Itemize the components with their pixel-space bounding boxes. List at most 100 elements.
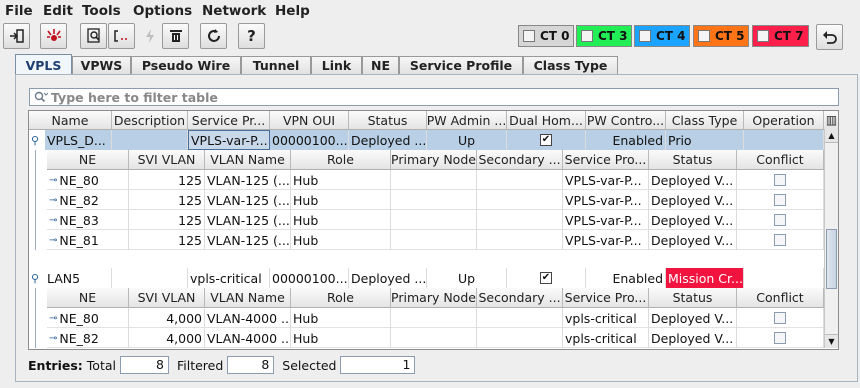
undo-button[interactable] (816, 24, 843, 50)
column-header[interactable]: VPN OUI (270, 111, 349, 130)
sub-column-header[interactable]: Status (649, 288, 737, 308)
sub-column-header[interactable]: Primary Node (391, 288, 477, 308)
column-header[interactable]: Name (29, 111, 112, 130)
help-button[interactable]: ? (238, 23, 265, 49)
sub-cell-status: Deployed V... (649, 190, 737, 210)
conflict-checkbox[interactable] (774, 174, 786, 186)
sub-column-header[interactable]: Status (649, 150, 737, 170)
lightning-button[interactable] (136, 23, 163, 49)
expand-pin-icon[interactable]: ⚲ (31, 268, 45, 288)
menu-file[interactable]: File (5, 3, 33, 19)
sub-column-header[interactable]: Conflict (737, 150, 824, 170)
sub-column-header[interactable]: Service Pro... (563, 288, 649, 308)
refresh-button[interactable] (200, 23, 227, 49)
scroll-thumb[interactable] (826, 229, 837, 289)
expand-pin-icon[interactable]: ⚲ (31, 130, 45, 150)
ct0-checkbox[interactable] (523, 30, 535, 42)
conflict-checkbox[interactable] (774, 332, 786, 344)
ct4-button[interactable]: CT 4 (634, 25, 690, 47)
ct3-button[interactable]: CT 3 (576, 25, 632, 47)
menu-help[interactable]: Help (275, 3, 310, 19)
filter-input[interactable]: Type here to filter table (29, 88, 839, 106)
sub-cell-conflict[interactable] (737, 308, 824, 328)
tab-link[interactable]: Link (311, 56, 362, 74)
ct4-checkbox[interactable] (639, 30, 651, 42)
column-header[interactable]: Class Type (666, 111, 744, 130)
dual-homed-checkbox[interactable]: ✔ (540, 272, 552, 284)
column-header[interactable]: Operation (744, 111, 824, 130)
menu-options[interactable]: Options (133, 3, 192, 19)
sub-cell-conflict[interactable] (737, 170, 824, 190)
sub-cell-ne: ⊸ NE_80 (47, 308, 129, 328)
dual-homed-checkbox[interactable]: ✔ (540, 134, 552, 146)
group-cell-dual-homed[interactable]: ✔ (507, 130, 586, 150)
tab-ne[interactable]: NE (362, 56, 399, 74)
ne-link-icon: ⊸ (49, 214, 58, 226)
column-header[interactable]: Dual Hom... (507, 111, 586, 130)
tab-tunnel[interactable]: Tunnel (241, 56, 311, 74)
conflict-checkbox[interactable] (774, 312, 786, 324)
column-header[interactable]: Description (112, 111, 188, 130)
ne-name[interactable]: NE_83 (59, 213, 98, 228)
sub-cell-conflict[interactable] (737, 328, 824, 348)
inspect-button[interactable] (80, 23, 107, 49)
tab-vpws[interactable]: VPWS (72, 56, 131, 74)
sub-column-header[interactable]: Service Pro... (563, 150, 649, 170)
menu-edit[interactable]: Edit (43, 3, 73, 19)
sub-cell-vlan-name: VLAN-125 (... (205, 230, 291, 250)
tab-pseudo-wire[interactable]: Pseudo Wire (131, 56, 241, 74)
tab-class-type[interactable]: Class Type (523, 56, 618, 74)
sub-cell-vlan-name: VLAN-4000 ... (205, 308, 291, 328)
sub-column-header[interactable]: NE (47, 150, 129, 170)
ne-name[interactable]: NE_80 (59, 311, 98, 326)
sub-cell-conflict[interactable] (737, 230, 824, 250)
column-selector-icon[interactable]: ▥ (824, 111, 838, 130)
sub-cell-service-profile: vpls-critical (563, 308, 649, 328)
column-header[interactable]: PW Contro... (586, 111, 666, 130)
sub-column-header[interactable]: Role (291, 150, 391, 170)
alarm-button[interactable] (40, 23, 67, 49)
ne-name[interactable]: NE_82 (59, 193, 98, 208)
ct5-button[interactable]: CT 5 (693, 25, 749, 47)
sub-column-header[interactable]: Conflict (737, 288, 824, 308)
menu-tools[interactable]: Tools (82, 3, 121, 19)
ne-name[interactable]: NE_80 (59, 173, 98, 188)
ct3-checkbox[interactable] (581, 30, 593, 42)
sub-column-header[interactable]: VLAN Name (205, 288, 291, 308)
column-header[interactable]: Status (349, 111, 427, 130)
ct0-button[interactable]: CT 0 (518, 25, 574, 47)
sub-column-header[interactable]: Secondary ... (477, 288, 563, 308)
bracket-button[interactable] (108, 23, 135, 49)
sub-column-header[interactable]: VLAN Name (205, 150, 291, 170)
sub-column-header[interactable]: Primary Node (391, 150, 477, 170)
column-header[interactable]: Service Pr... (188, 111, 270, 130)
delete-button[interactable] (162, 23, 189, 49)
scroll-up-arrow-icon[interactable]: ▲ (825, 129, 838, 143)
group-cell-dual-homed[interactable]: ✔ (507, 268, 586, 288)
sub-column-header[interactable]: NE (47, 288, 129, 308)
sub-cell-vlan-name: VLAN-125 (... (205, 170, 291, 190)
sub-cell-service-profile: VPLS-var-P... (563, 170, 649, 190)
sub-cell-conflict[interactable] (737, 210, 824, 230)
table-scrollbar[interactable]: ▲ ▼ (824, 129, 838, 348)
column-header[interactable]: PW Admin ... (427, 111, 507, 130)
menu-network[interactable]: Network (202, 3, 266, 19)
conflict-checkbox[interactable] (774, 214, 786, 226)
ne-name[interactable]: NE_82 (59, 331, 98, 346)
alarm-icon (46, 29, 61, 41)
ct7-button[interactable]: CT 7 (752, 25, 809, 47)
sub-column-header[interactable]: SVI VLAN (129, 150, 205, 170)
tab-service-profile[interactable]: Service Profile (399, 56, 523, 74)
sub-column-header[interactable]: Secondary ... (477, 150, 563, 170)
ct5-checkbox[interactable] (698, 30, 710, 42)
sub-column-header[interactable]: SVI VLAN (129, 288, 205, 308)
sub-cell-conflict[interactable] (737, 190, 824, 210)
conflict-checkbox[interactable] (774, 194, 786, 206)
exit-button[interactable] (3, 23, 30, 49)
scroll-down-arrow-icon[interactable]: ▼ (825, 334, 838, 348)
sub-column-header[interactable]: Role (291, 288, 391, 308)
conflict-checkbox[interactable] (774, 234, 786, 246)
ct7-checkbox[interactable] (757, 30, 769, 42)
ne-name[interactable]: NE_81 (59, 233, 98, 248)
tab-vpls[interactable]: VPLS (15, 54, 72, 75)
